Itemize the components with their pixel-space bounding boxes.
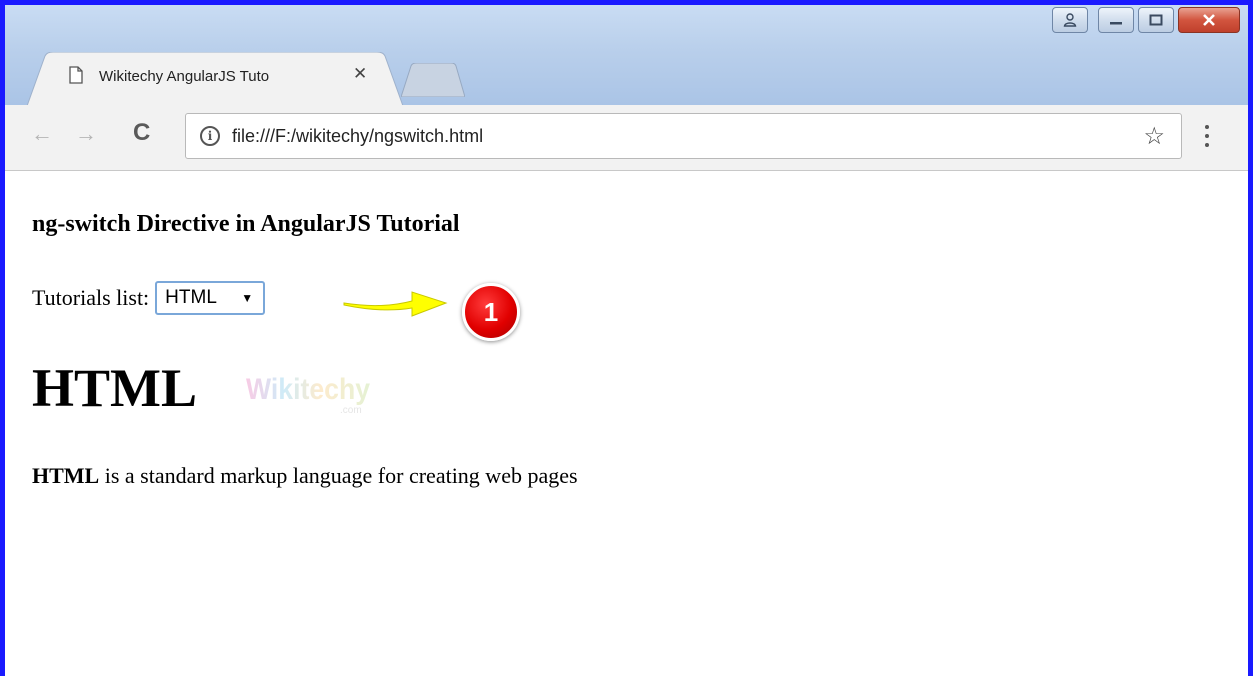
wikitechy-logo: Wikitechy .com xyxy=(242,367,382,422)
bookmark-star-icon[interactable]: ☆ xyxy=(1143,122,1165,151)
browser-toolbar: ← → C i file:///F:/wikitechy/ngswitch.ht… xyxy=(5,105,1248,171)
page-content: ng-switch Directive in AngularJS Tutoria… xyxy=(32,171,1232,681)
select-value: HTML xyxy=(165,287,217,308)
url-text[interactable]: file:///F:/wikitechy/ngswitch.html xyxy=(232,126,483,147)
tab-active[interactable]: Wikitechy AngularJS Tuto ✕ xyxy=(27,52,407,106)
step-number-badge: 1 xyxy=(462,283,520,341)
tab-title: Wikitechy AngularJS Tuto xyxy=(99,68,270,85)
maximize-icon[interactable] xyxy=(1138,7,1174,33)
tutorials-label: Tutorials list: xyxy=(32,285,150,310)
svg-text:Wikitechy: Wikitechy xyxy=(246,373,370,406)
svg-text:.com: .com xyxy=(340,405,362,416)
tutorials-select[interactable]: HTML ▼ xyxy=(155,281,266,315)
description-text: is a standard markup language for creati… xyxy=(99,463,578,488)
user-icon[interactable] xyxy=(1052,7,1088,33)
browser-window: Wikitechy AngularJS Tuto ✕ ← → C i file:… xyxy=(0,0,1253,676)
tutorials-row: Tutorials list: HTML ▼ xyxy=(32,281,266,315)
more-menu-icon[interactable] xyxy=(1205,125,1209,147)
back-arrow-icon[interactable]: ← xyxy=(31,121,53,147)
window-controls xyxy=(1052,7,1240,33)
new-tab-button[interactable] xyxy=(400,62,466,102)
description-bold: HTML xyxy=(32,463,100,488)
minimize-icon[interactable] xyxy=(1098,7,1134,33)
dropdown-arrow-icon: ▼ xyxy=(241,291,254,305)
info-icon[interactable]: i xyxy=(200,126,220,146)
section-title: HTML xyxy=(32,358,198,418)
title-bar: Wikitechy AngularJS Tuto ✕ xyxy=(5,5,1248,106)
tab-close-icon[interactable]: ✕ xyxy=(353,64,367,84)
reload-icon[interactable]: C xyxy=(133,119,150,147)
yellow-arrow-icon xyxy=(342,289,452,324)
close-icon[interactable] xyxy=(1178,7,1240,33)
page-heading: ng-switch Directive in AngularJS Tutoria… xyxy=(32,211,460,237)
address-bar[interactable]: i file:///F:/wikitechy/ngswitch.html ☆ xyxy=(185,113,1182,159)
description: HTML is a standard markup language for c… xyxy=(32,463,578,489)
forward-arrow-icon[interactable]: → xyxy=(75,121,97,147)
